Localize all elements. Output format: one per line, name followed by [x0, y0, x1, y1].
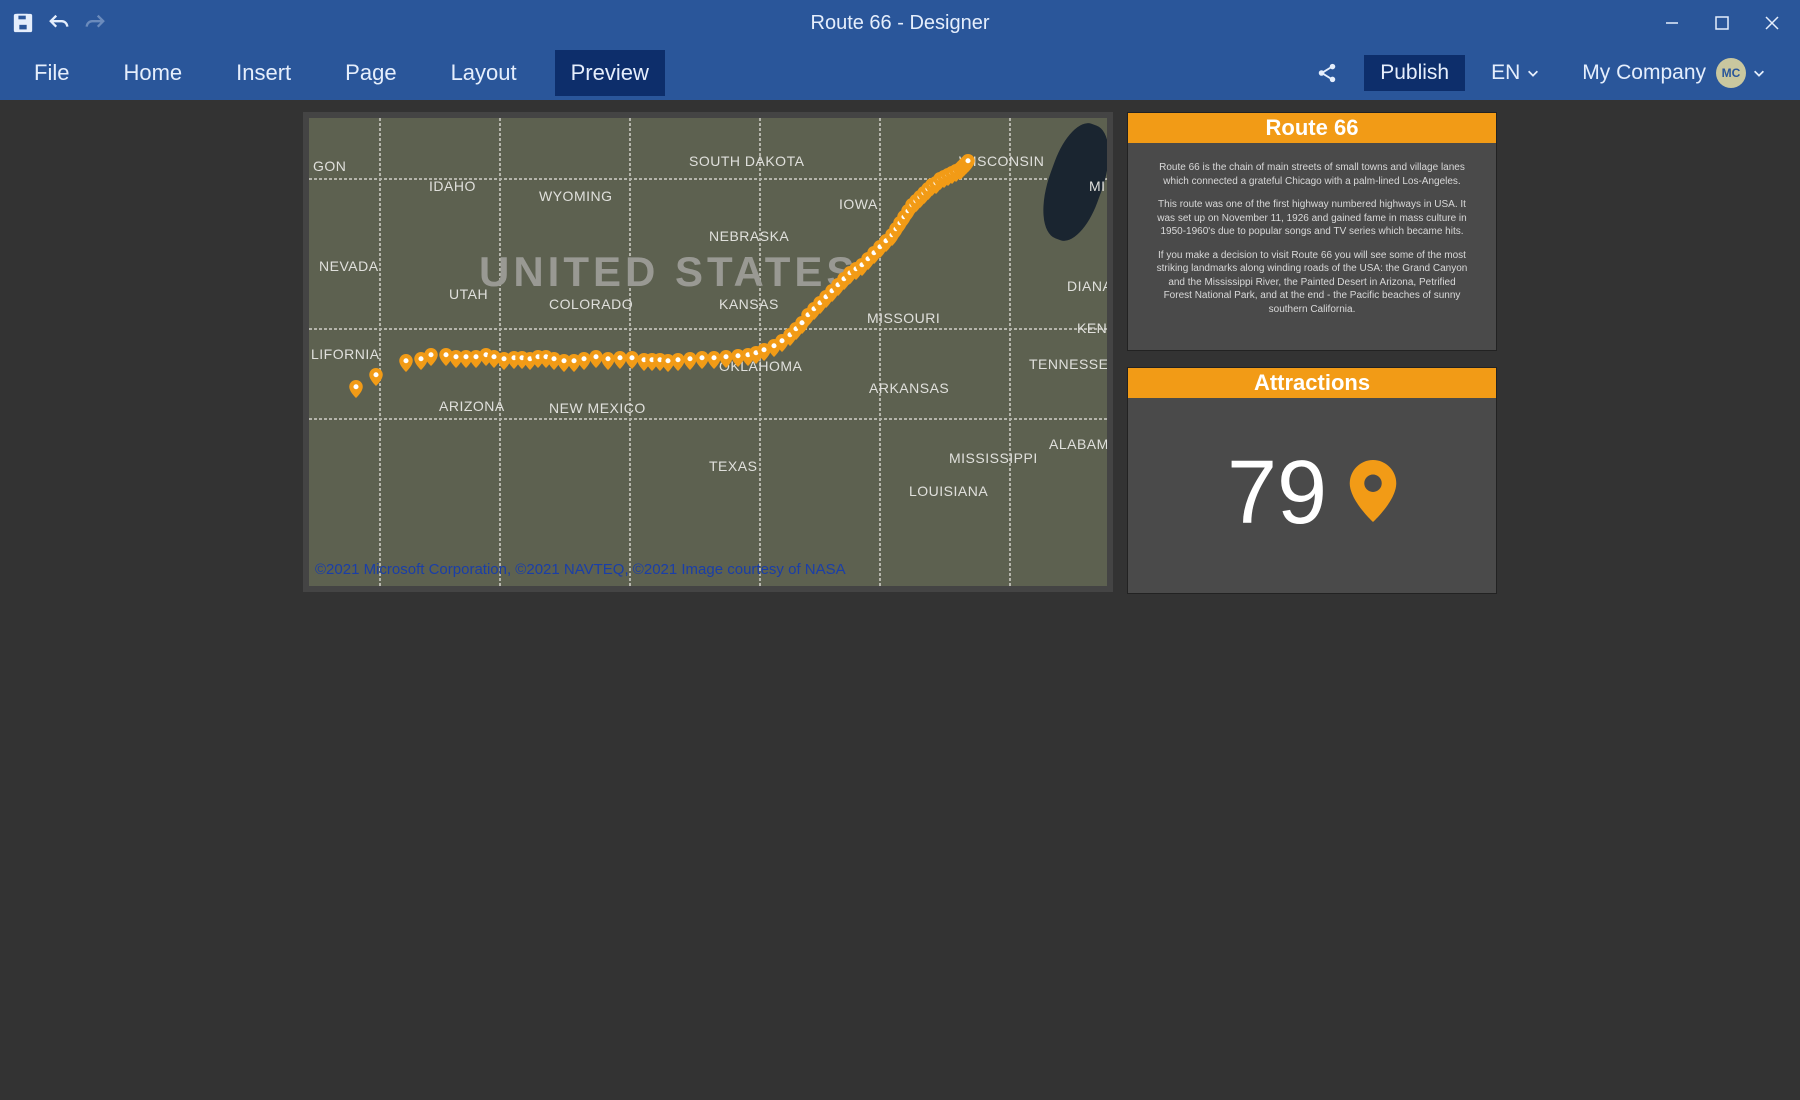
minimize-button[interactable] — [1652, 5, 1692, 41]
avatar: MC — [1716, 58, 1746, 88]
state-label: ARIZONA — [439, 398, 505, 414]
design-canvas: UNITED STATES GON IDAHO WYOMING SOUTH DA… — [0, 100, 1800, 606]
state-label: DIANA — [1067, 278, 1112, 294]
language-label: EN — [1491, 61, 1520, 85]
state-label: ALABAM — [1049, 436, 1109, 452]
state-label: KANSAS — [719, 296, 779, 312]
window-controls — [1652, 5, 1792, 41]
window-title: Route 66 - Designer — [811, 12, 990, 35]
redo-icon[interactable] — [80, 8, 110, 38]
qat — [8, 8, 110, 38]
company-menu[interactable]: My Company MC — [1566, 52, 1782, 94]
tab-file[interactable]: File — [18, 50, 85, 96]
state-label: IOWA — [839, 196, 878, 212]
attractions-title: Attractions — [1128, 368, 1496, 398]
state-label: MI — [1089, 178, 1106, 194]
desc-para: This route was one of the first highway … — [1154, 198, 1470, 239]
map-pin — [349, 380, 363, 398]
publish-button[interactable]: Publish — [1364, 55, 1465, 91]
state-label: NEBRASKA — [709, 228, 789, 244]
country-label: UNITED STATES — [479, 248, 858, 296]
map-widget[interactable]: UNITED STATES GON IDAHO WYOMING SOUTH DA… — [303, 112, 1113, 592]
state-label: ARKANSAS — [869, 380, 949, 396]
tab-home[interactable]: Home — [107, 50, 198, 96]
attractions-count: 79 — [1227, 442, 1327, 545]
attractions-panel[interactable]: Attractions 79 — [1127, 367, 1497, 594]
titlebar: Route 66 - Designer — [0, 0, 1800, 46]
state-label: LIFORNIA — [311, 346, 380, 362]
state-label: KENTUCKY — [1077, 320, 1113, 336]
route66-title: Route 66 — [1128, 113, 1496, 143]
state-label: SOUTH DAKOTA — [689, 153, 804, 169]
map-pin — [424, 348, 438, 366]
desc-para: If you make a decision to visit Route 66… — [1154, 249, 1470, 317]
menu-tabs: File Home Insert Page Layout Preview — [18, 50, 665, 96]
tab-layout[interactable]: Layout — [435, 50, 533, 96]
chevron-down-icon — [1752, 66, 1766, 80]
language-selector[interactable]: EN — [1475, 55, 1556, 91]
state-label: NEW MEXICO — [549, 400, 646, 416]
state-label: NEVADA — [319, 258, 379, 274]
save-icon[interactable] — [8, 8, 38, 38]
state-label: GON — [313, 158, 346, 174]
right-column: Route 66 Route 66 is the chain of main s… — [1127, 112, 1497, 594]
state-label: COLORADO — [549, 296, 633, 312]
ribbon-right: Publish EN My Company MC — [1300, 52, 1782, 94]
state-label: IDAHO — [429, 178, 476, 194]
map-pin — [961, 154, 975, 172]
undo-icon[interactable] — [44, 8, 74, 38]
close-button[interactable] — [1752, 5, 1792, 41]
route66-panel[interactable]: Route 66 Route 66 is the chain of main s… — [1127, 112, 1497, 351]
tab-page[interactable]: Page — [329, 50, 412, 96]
company-label: My Company — [1582, 61, 1706, 85]
chevron-down-icon — [1526, 66, 1540, 80]
menu-bar: File Home Insert Page Layout Preview Pub… — [0, 46, 1800, 100]
state-label: TENNESSEE — [1029, 356, 1113, 372]
maximize-button[interactable] — [1702, 5, 1742, 41]
tab-insert[interactable]: Insert — [220, 50, 307, 96]
state-label: MISSISSIPPI — [949, 450, 1038, 466]
map-surface: UNITED STATES GON IDAHO WYOMING SOUTH DA… — [309, 118, 1107, 586]
desc-para: Route 66 is the chain of main streets of… — [1154, 161, 1470, 188]
pin-icon — [1349, 460, 1397, 527]
state-label: LOUISIANA — [909, 483, 988, 499]
state-label: WYOMING — [539, 188, 613, 204]
tab-preview[interactable]: Preview — [555, 50, 665, 96]
map-pin — [399, 354, 413, 372]
share-icon[interactable] — [1300, 56, 1354, 90]
map-credit: ©2021 Microsoft Corporation, ©2021 NAVTE… — [315, 561, 846, 578]
attractions-body: 79 — [1128, 398, 1496, 593]
state-label: TEXAS — [709, 458, 757, 474]
route66-description: Route 66 is the chain of main streets of… — [1128, 143, 1496, 350]
state-label: MISSOURI — [867, 310, 940, 326]
state-label: UTAH — [449, 286, 488, 302]
map-pin — [369, 368, 383, 386]
